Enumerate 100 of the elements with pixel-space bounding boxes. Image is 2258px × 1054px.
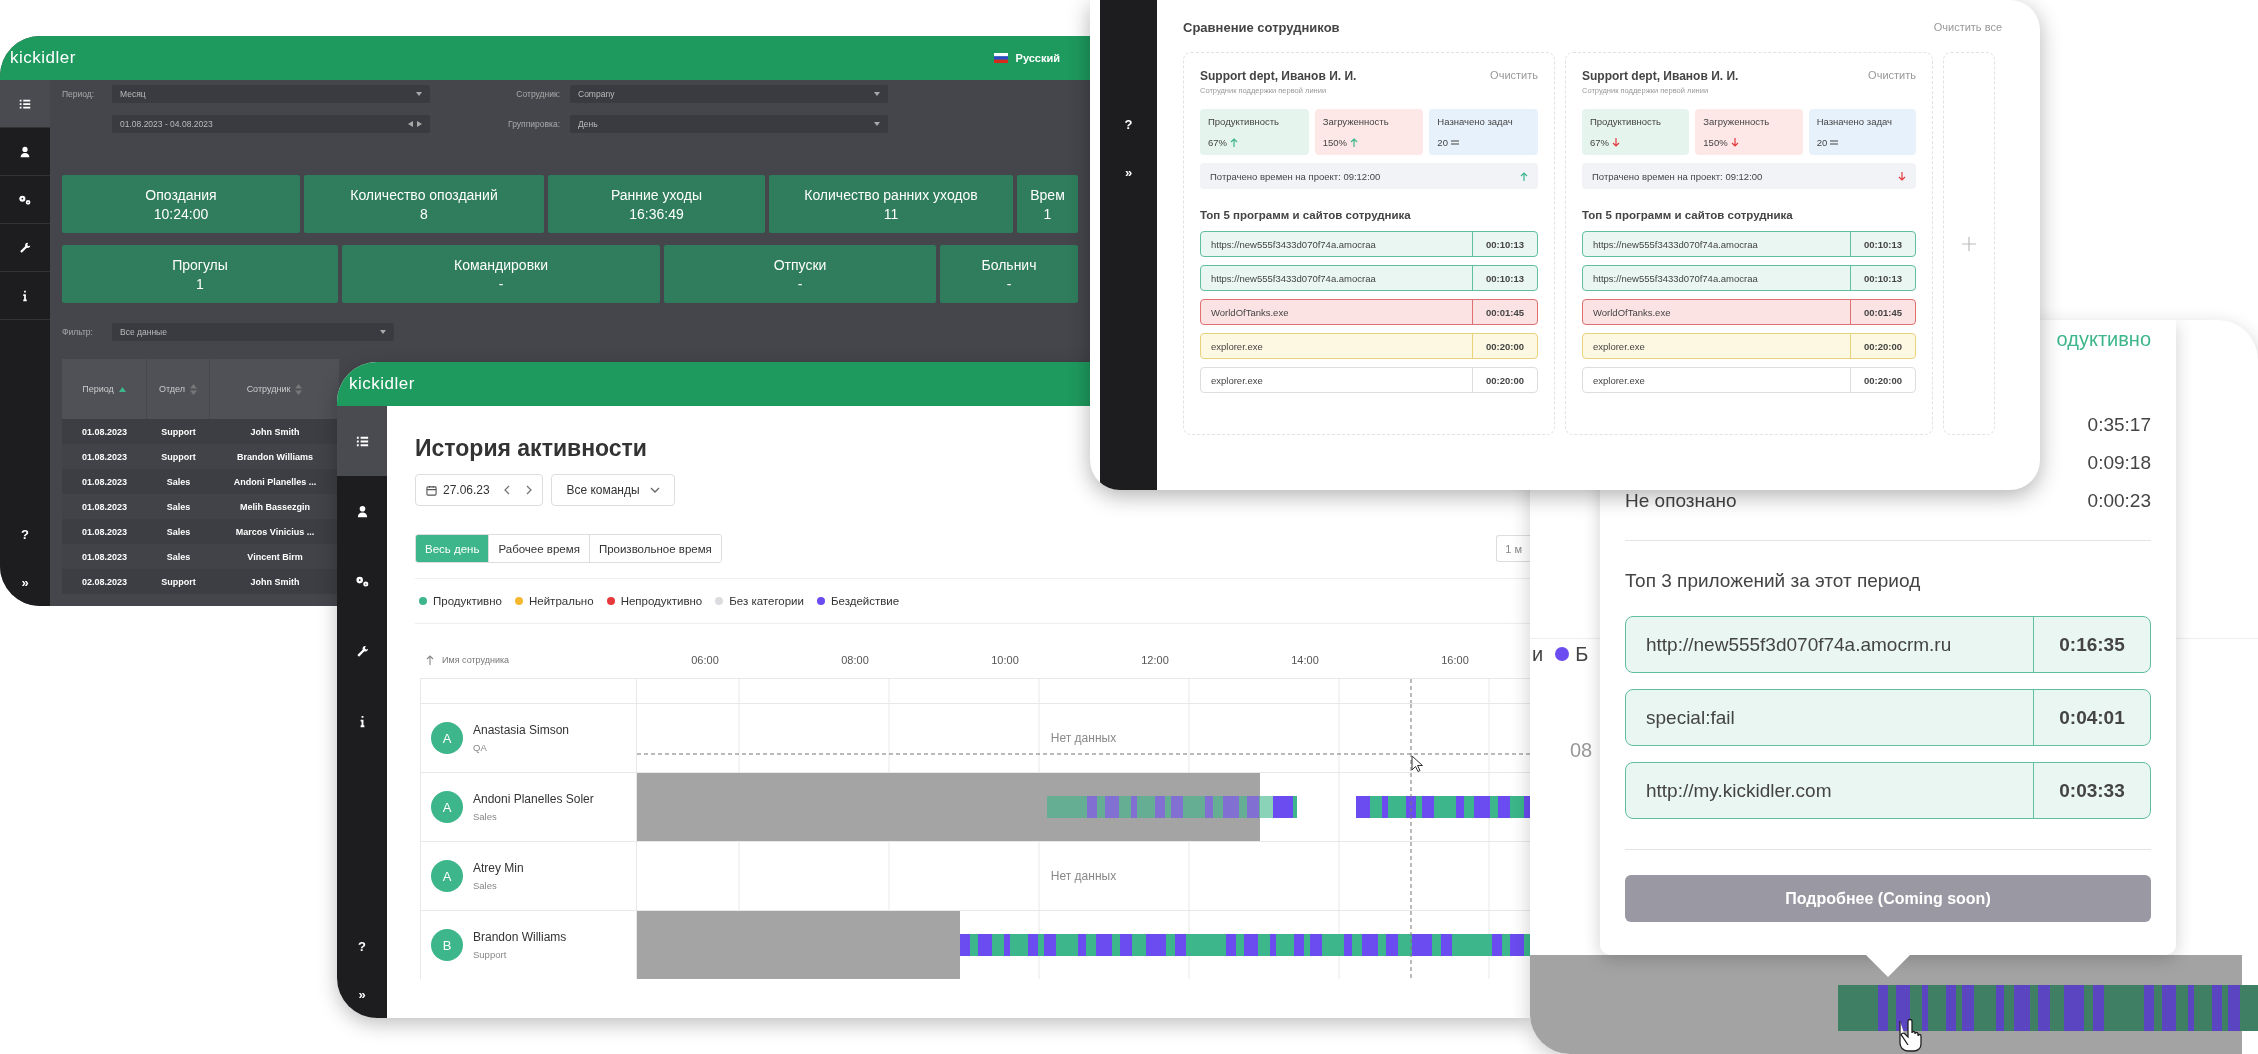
employee-name[interactable]: Andoni Planelles Soler	[473, 792, 594, 806]
filter-label: Группировка:	[507, 119, 560, 129]
app-name: explorer.exe	[1592, 339, 1646, 354]
table-cell-text: Andoni Planelles ...	[232, 475, 318, 489]
app-time: 00:10:13	[1472, 232, 1537, 256]
scale-button[interactable]: 1 м	[1496, 535, 1530, 562]
period-select[interactable]: Месяц	[112, 85, 430, 103]
app-time: 00:20:00	[1850, 368, 1915, 392]
step-arrows-icon	[408, 121, 422, 127]
app-name: explorer.exe	[1210, 339, 1264, 354]
table-cell-text: Support	[160, 575, 197, 589]
metric-label: Загруженность	[1322, 116, 1390, 127]
hand-pointer-icon	[1899, 1018, 1922, 1052]
avatar: A	[431, 722, 463, 754]
arrow-down-icon	[1730, 138, 1739, 147]
table-cell-text: 01.08.2023	[80, 475, 128, 489]
table-cell-text: 01.08.2023	[80, 500, 128, 514]
data-filter-select[interactable]: Все данные	[112, 323, 394, 341]
hour-label: 08:00	[840, 654, 870, 666]
arrow-up-icon	[1350, 138, 1358, 147]
no-data-label: Нет данных	[1050, 731, 1117, 745]
app-time: 00:10:13	[1472, 266, 1537, 290]
filter-label: Фильтр:	[62, 327, 94, 337]
date-value: 27.06.23	[443, 483, 490, 497]
stat-value: -	[1006, 275, 1012, 292]
date-range-field[interactable]: 01.08.2023 - 04.08.2023	[112, 115, 430, 133]
employee-name: Support dept, Иванов И. И.	[1582, 69, 1739, 83]
help-button[interactable]: ?	[1100, 100, 1157, 148]
help-button[interactable]: ?	[337, 922, 387, 970]
table-cell-text: John Smith	[249, 425, 301, 439]
app-name: special:fail	[1645, 705, 1736, 730]
employee-team: QA	[473, 742, 488, 753]
employee-name[interactable]: Anastasia Simson	[473, 723, 570, 737]
help-button[interactable]: ?	[0, 510, 50, 558]
expand-button[interactable]: »	[1100, 148, 1157, 196]
stat-value: 8	[420, 205, 428, 222]
grouping-select[interactable]: День	[570, 115, 888, 133]
metric-value: 150%	[1703, 137, 1728, 148]
employee-name[interactable]: Atrey Min	[473, 861, 524, 875]
hour-label: 10:00	[990, 654, 1020, 666]
table-cell-text: Support	[160, 450, 197, 464]
stat-label: Не опознано	[1625, 490, 1737, 512]
app-name: explorer.exe	[1592, 373, 1646, 388]
table-cell-text: Support	[160, 425, 197, 439]
stat-label: Количество ранних уходов	[804, 186, 978, 203]
plus-icon	[1962, 236, 1976, 251]
app-name: https://new555f3433d070f74a.amocraa	[1592, 237, 1759, 252]
avatar: A	[431, 860, 463, 892]
section-title: Топ 5 программ и сайтов сотрудника	[1200, 209, 1412, 221]
page-title: История активности	[415, 434, 648, 462]
stat-value: 1	[196, 275, 204, 292]
stat-value: 1	[1043, 205, 1052, 222]
stat-value: 0:09:18	[2087, 452, 2151, 474]
add-card-slot[interactable]	[1943, 52, 1995, 435]
employee-select[interactable]: Company	[570, 85, 888, 103]
expand-button[interactable]: »	[0, 558, 50, 606]
hour-label: 08	[1570, 739, 1594, 762]
equals-icon	[1830, 138, 1839, 147]
sort-arrow-icon[interactable]	[426, 655, 434, 665]
app-time: 00:20:00	[1472, 334, 1537, 358]
metric-label: Продуктивность	[1208, 116, 1281, 127]
metric-value: 67%	[1590, 137, 1609, 148]
hour-label: 16:00	[1440, 654, 1470, 666]
arrow-up-icon	[1230, 138, 1238, 147]
hour-label: 12:00	[1140, 654, 1170, 666]
category-heading: одуктивно	[2056, 327, 2151, 352]
project-time: Потрачено времен на проект: 09:12:00	[1210, 170, 1381, 182]
stat-label: Врем	[1030, 186, 1065, 203]
stat-value: 10:24:00	[153, 205, 209, 222]
wrench-icon	[18, 240, 32, 255]
chevron-left-icon[interactable]	[504, 485, 510, 495]
app-name: http://new555f3d070f74a.amocrm.ru	[1645, 632, 1953, 657]
logo: kickidler	[349, 374, 415, 394]
metric-value: 20	[1437, 137, 1448, 148]
app-time: 0:16:35	[2033, 617, 2150, 672]
team-select[interactable]: Все команды	[551, 474, 675, 506]
section-title: Топ 5 программ и сайтов сотрудника	[1582, 209, 1794, 221]
legend-label: Непродуктивно	[620, 595, 703, 607]
app-name: explorer.exe	[1210, 373, 1264, 388]
expand-button[interactable]: »	[337, 970, 387, 1018]
hour-label: 14:00	[1290, 654, 1320, 666]
date-picker[interactable]: 27.06.23	[415, 474, 543, 506]
chevron-down-icon	[649, 487, 660, 493]
hour-label: 06:00	[690, 654, 720, 666]
equals-icon	[1450, 138, 1459, 147]
language-selector[interactable]: Русский	[1015, 52, 1060, 64]
caret-icon	[380, 330, 386, 334]
employee-name[interactable]: Brandon Williams	[473, 930, 567, 944]
column-header[interactable]: Имя сотрудника	[442, 655, 510, 665]
legend-label: и	[1532, 642, 1544, 666]
table-cell-text: 01.08.2023	[80, 450, 128, 464]
table-cell-text: 02.08.2023	[80, 575, 128, 589]
app-time: 00:20:00	[1472, 368, 1537, 392]
table-cell-text: Marcos Vinicius ...	[234, 525, 316, 539]
avatar: A	[431, 791, 463, 823]
chevron-right-icon[interactable]	[526, 485, 532, 495]
table-cell-text: Sales	[165, 475, 192, 489]
table-cell-text: 01.08.2023	[80, 525, 128, 539]
stat-value: 11	[883, 205, 899, 222]
sidebar-item[interactable]	[0, 80, 50, 128]
